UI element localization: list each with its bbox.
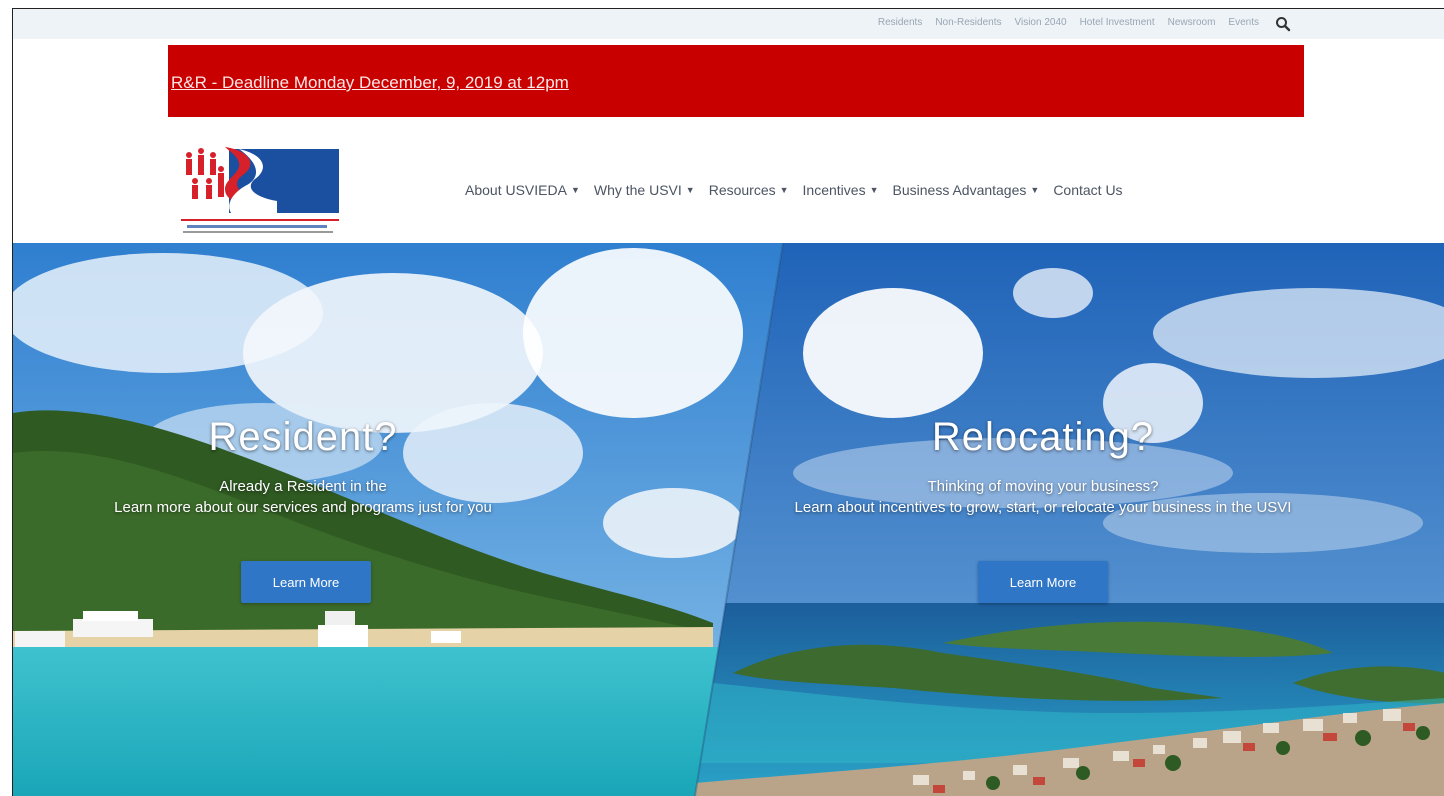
caret-down-icon: ▼	[779, 185, 789, 195]
relocating-line-1: Thinking of moving your business?	[927, 478, 1159, 495]
resident-title: Resident?	[208, 415, 398, 459]
nav-why-the-usvi[interactable]: Why the USVI ▼	[594, 182, 695, 198]
usvieda-logo[interactable]	[181, 141, 341, 237]
nav-contact-us[interactable]: Contact Us	[1053, 182, 1122, 198]
relocating-learn-more-button[interactable]: Learn More	[978, 561, 1108, 603]
alert-link[interactable]: R&R - Deadline Monday December, 9, 2019 …	[171, 73, 569, 93]
relocating-title: Relocating?	[931, 415, 1155, 459]
alert-banner: R&R - Deadline Monday December, 9, 2019 …	[168, 45, 1304, 117]
caret-down-icon: ▼	[869, 185, 879, 195]
nav-business-advantages[interactable]: Business Advantages ▼	[893, 182, 1040, 198]
nav-incentives[interactable]: Incentives ▼	[803, 182, 879, 198]
nav-label: Incentives	[802, 182, 866, 198]
nav-label: Business Advantages	[892, 182, 1027, 198]
search-icon[interactable]	[1275, 16, 1291, 32]
nav-label: Contact Us	[1053, 182, 1123, 198]
utility-link-residents[interactable]: Residents	[878, 17, 922, 28]
utility-nav: Residents Non-Residents Vision 2040 Hote…	[878, 17, 1259, 28]
utility-bar: Residents Non-Residents Vision 2040 Hote…	[13, 9, 1444, 39]
main-nav: About USVIEDA ▼ Why the USVI ▼ Resources ▼ …	[465, 182, 1123, 198]
nav-resources[interactable]: Resources ▼	[709, 182, 789, 198]
resident-learn-more-button[interactable]: Learn More	[241, 561, 371, 603]
resident-line-1: Already a Resident in the	[219, 478, 387, 495]
nav-about-usvieda[interactable]: About USVIEDA ▼	[465, 182, 580, 198]
nav-label: Why the USVI	[593, 182, 682, 198]
nav-label: Resources	[708, 182, 776, 198]
relocating-line-2: Learn about incentives to grow, start, o…	[794, 499, 1292, 516]
utility-link-vision-2040[interactable]: Vision 2040	[1014, 17, 1066, 28]
caret-down-icon: ▼	[570, 185, 580, 195]
utility-link-newsroom[interactable]: Newsroom	[1168, 17, 1216, 28]
utility-link-hotel-investment[interactable]: Hotel Investment	[1080, 17, 1155, 28]
utility-link-non-residents[interactable]: Non-Residents	[935, 17, 1001, 28]
hero-section: Resident? Already a Resident in the Lear…	[13, 243, 1444, 796]
caret-down-icon: ▼	[685, 185, 695, 195]
hero-background	[13, 243, 1444, 796]
relocating-panel: Relocating? Thinking of moving your busi…	[783, 415, 1303, 518]
resident-panel: Resident? Already a Resident in the Lear…	[53, 415, 553, 518]
utility-link-events[interactable]: Events	[1228, 17, 1259, 28]
caret-down-icon: ▼	[1030, 185, 1040, 195]
nav-label: About USVIEDA	[465, 182, 567, 198]
page-frame: Residents Non-Residents Vision 2040 Hote…	[12, 8, 1444, 796]
resident-line-2: Learn more about our services and progra…	[114, 499, 492, 516]
